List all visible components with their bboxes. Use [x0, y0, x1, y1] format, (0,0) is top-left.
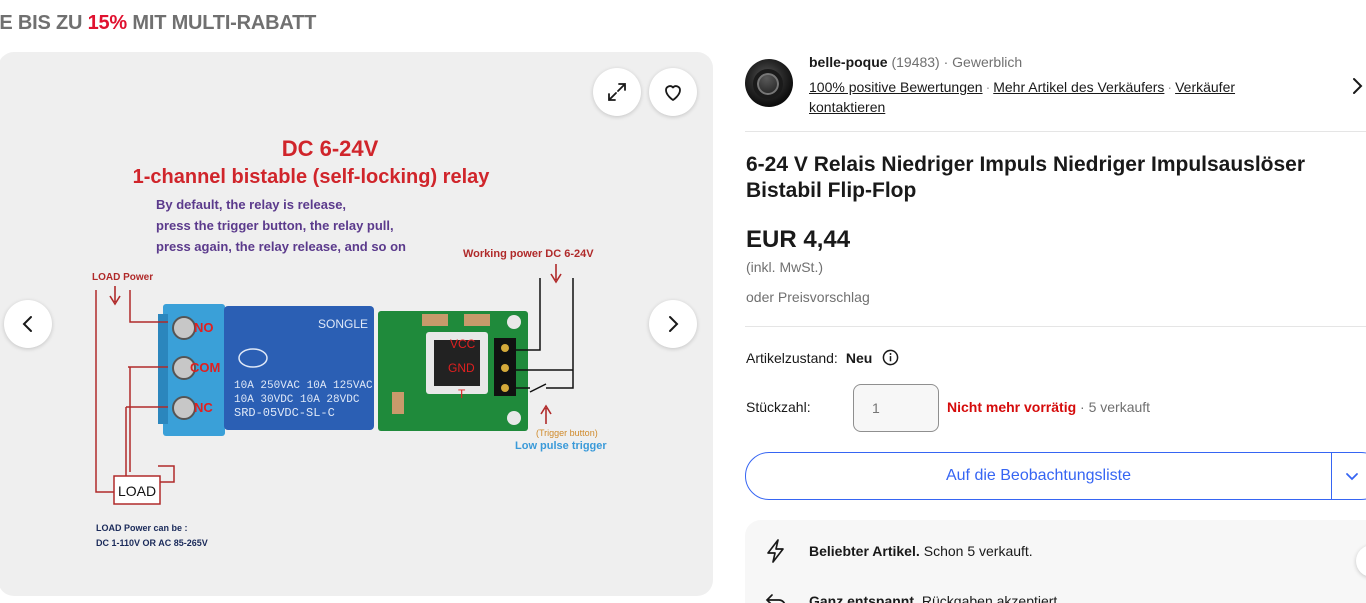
img-working-power: Working power DC 6-24V [463, 248, 594, 260]
highlight-popular: Beliebter Artikel. Schon 5 verkauft. [763, 538, 1033, 564]
vat-note: (inkl. MwSt.) [746, 259, 823, 275]
expand-icon [608, 83, 626, 101]
condition-label: Artikelzustand: [746, 349, 838, 366]
img-pin-vcc: VCC [450, 337, 476, 351]
seller-chevron-right-icon[interactable] [1350, 76, 1364, 96]
highlight-popular-bold: Beliebter Artikel. [809, 543, 920, 559]
condition-value: Neu [845, 349, 873, 366]
img-heading: DC 6-24V [282, 136, 379, 161]
heart-icon [665, 85, 681, 101]
product-image[interactable]: DC 6-24V 1-channel bistable (self-lockin… [0, 52, 713, 596]
more-items-link[interactable]: Mehr Artikel des Verkäufers [993, 79, 1164, 95]
img-relay-line-3: SRD-05VDC-SL-C [234, 406, 335, 420]
img-relay-brand: SONGLE [318, 317, 368, 331]
watchlist-dropdown-button[interactable] [1332, 453, 1366, 499]
img-pin-t: T [458, 387, 466, 401]
return-icon [765, 594, 786, 603]
next-image-button[interactable] [649, 300, 697, 348]
seller-name[interactable]: belle-poque [809, 54, 888, 70]
highlight-returns-text: Rückgaben akzeptiert. [921, 593, 1062, 603]
item-title: 6-24 V Relais Niedriger Impuls Niedriger… [746, 153, 1306, 202]
item-price: EUR 4,44 [746, 226, 851, 253]
img-terminal-nc: NC [194, 400, 213, 415]
quantity-input[interactable] [853, 384, 939, 432]
chevron-right-icon [669, 316, 679, 332]
stock-status: Nicht mehr vorrätig · 5 verkauft [947, 399, 1151, 415]
info-icon[interactable] [882, 349, 899, 366]
img-pin-gnd: GND [448, 361, 475, 375]
lightning-icon [767, 539, 784, 563]
seller-card: belle-poque (19483) · Gewerblich 100% po… [745, 52, 1366, 132]
add-to-watchlist-button[interactable]: Auf die Beobachtungsliste [745, 452, 1366, 500]
highlights-panel: Beliebter Artikel. Schon 5 verkauft. Gan… [745, 520, 1366, 603]
divider [745, 326, 1366, 327]
promo-prefix: IE BIS ZU [0, 12, 88, 34]
img-load-power: LOAD Power [92, 272, 153, 283]
img-desc-1: By default, the relay is release, [156, 197, 346, 212]
sold-count: 5 verkauft [1088, 399, 1151, 415]
fullscreen-button[interactable] [593, 68, 641, 116]
img-terminal-com: COM [190, 360, 220, 375]
img-load-note-1: LOAD Power can be : [96, 523, 188, 533]
chevron-down-icon [1346, 473, 1358, 481]
img-subheading: 1-channel bistable (self-locking) relay [133, 166, 491, 188]
watch-heart-button[interactable] [649, 68, 697, 116]
img-relay-line-2: 10A 30VDC 10A 28VDC [234, 394, 360, 406]
img-low-pulse: Low pulse trigger [515, 440, 607, 452]
positive-feedback-link[interactable]: 100% positive Bewertungen [809, 79, 983, 95]
img-desc-3: press again, the relay release, and so o… [156, 239, 406, 254]
seller-avatar[interactable] [745, 59, 793, 107]
condition-row: Artikelzustand: Neu [746, 349, 899, 366]
image-gallery: DC 6-24V 1-channel bistable (self-lockin… [0, 52, 713, 596]
highlight-returns-bold: Ganz entspannt. [809, 593, 918, 603]
promo-banner: IE BIS ZU 15% MIT MULTI-RABATT [0, 12, 316, 35]
prev-image-button[interactable] [4, 300, 52, 348]
promo-percent: 15% [87, 12, 128, 34]
img-terminal-no: NO [194, 320, 214, 335]
chevron-left-icon [22, 316, 32, 332]
seller-name-line: belle-poque (19483) · Gewerblich [809, 54, 1023, 70]
seller-type: Gewerblich [952, 54, 1023, 70]
img-desc-2: press the trigger button, the relay pull… [156, 218, 394, 233]
best-offer-note: oder Preisvorschlag [746, 289, 870, 305]
img-load-label: LOAD [118, 483, 156, 499]
out-of-stock-text: Nicht mehr vorrätig [947, 399, 1077, 415]
img-trigger-button: (Trigger button) [536, 428, 598, 438]
quantity-label: Stückzahl: [746, 399, 811, 415]
promo-suffix: MIT MULTI-RABATT [127, 12, 317, 34]
highlight-popular-text: Schon 5 verkauft. [923, 543, 1033, 559]
seller-links: 100% positive Bewertungen · Mehr Artikel d… [809, 79, 1236, 115]
img-load-note-2: DC 1-110V OR AC 85-265V [96, 538, 208, 548]
watchlist-label[interactable]: Auf die Beobachtungsliste [746, 467, 1331, 485]
highlight-returns: Ganz entspannt. Rückgaben akzeptiert. [763, 588, 1061, 603]
seller-feedback-count: (19483) [891, 54, 940, 70]
img-relay-line-1: 10A 250VAC 10A 125VAC [234, 380, 373, 392]
